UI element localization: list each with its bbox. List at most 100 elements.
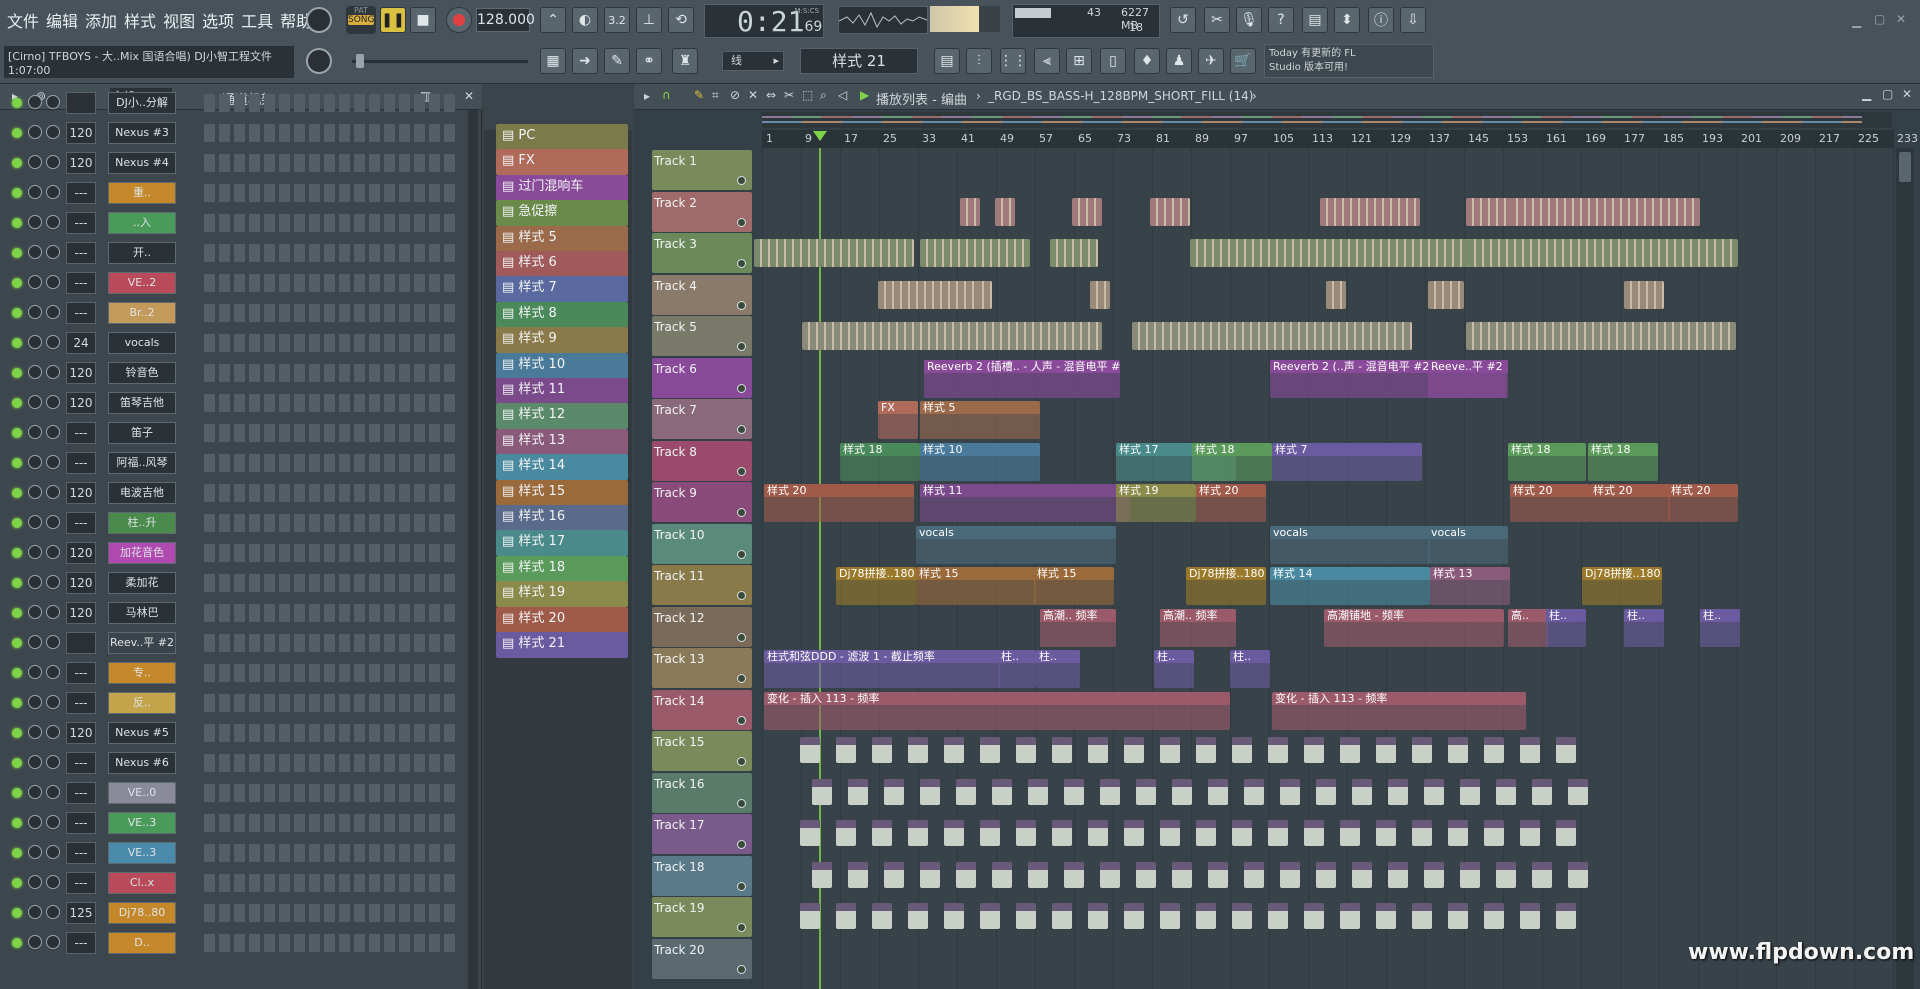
playlist-clip[interactable] <box>1268 820 1288 846</box>
playlist-clip[interactable]: 柱.. <box>1546 608 1586 647</box>
paint-tool-icon[interactable]: ⌗ <box>712 88 719 103</box>
channel-mute-led[interactable] <box>12 98 22 108</box>
playlist-clip[interactable] <box>1448 737 1468 763</box>
playlist-clip[interactable]: 样式 11 <box>920 484 1130 522</box>
playlist-clip[interactable]: 柱.. <box>1036 650 1080 688</box>
step-sequencer[interactable] <box>204 484 456 502</box>
playlist-clip[interactable] <box>1412 820 1432 846</box>
browser-icon[interactable]: ⊞ <box>1066 48 1092 74</box>
channel-row[interactable]: --- 重.. <box>0 178 482 208</box>
channel-volume-knob[interactable] <box>28 635 42 649</box>
playlist-clip[interactable] <box>1340 820 1360 846</box>
channel-mute-led[interactable] <box>12 668 22 678</box>
playlist-clip[interactable] <box>1496 778 1516 805</box>
playlist-clip[interactable] <box>1466 322 1736 350</box>
track-enable-led[interactable] <box>737 383 746 393</box>
step-sequencer[interactable] <box>204 724 456 742</box>
step-sequencer[interactable] <box>204 844 456 862</box>
playlist-clip[interactable] <box>960 197 980 226</box>
playlist-clip[interactable] <box>1268 737 1288 763</box>
link-icon[interactable]: ⚭ <box>636 48 662 74</box>
playlist-clip[interactable]: 样式 10 <box>920 442 1040 481</box>
channel-volume-knob[interactable] <box>28 485 42 499</box>
mixer-track-number[interactable]: --- <box>66 212 96 234</box>
step-sequencer[interactable] <box>204 754 456 772</box>
track-header[interactable]: Track 20 <box>652 938 752 979</box>
playlist-clip[interactable] <box>1136 861 1156 888</box>
playlist-clip[interactable] <box>884 778 904 805</box>
playlist-clip[interactable] <box>1568 778 1588 805</box>
playlist-clip[interactable] <box>1052 820 1072 846</box>
playlist-clip[interactable] <box>1316 861 1336 888</box>
playlist-clip[interactable] <box>1556 820 1576 846</box>
track-enable-led[interactable] <box>737 466 746 476</box>
playlist-clip[interactable] <box>800 903 820 929</box>
channel-mute-led[interactable] <box>12 848 22 858</box>
mixer-track-number[interactable]: 120 <box>66 722 96 744</box>
channel-pan-knob[interactable] <box>46 215 60 229</box>
mixer-track-number[interactable]: --- <box>66 662 96 684</box>
playlist-clip[interactable] <box>956 778 976 805</box>
playlist-clip[interactable] <box>992 778 1012 805</box>
playlist-clip[interactable] <box>1052 737 1072 763</box>
playlist-clip[interactable] <box>1340 903 1360 929</box>
playhead-marker-icon[interactable] <box>813 131 827 141</box>
channel-name-button[interactable]: 加花音色 <box>108 542 176 564</box>
channel-pan-knob[interactable] <box>46 455 60 469</box>
pattern-item[interactable]: ▤ 样式 19 <box>496 581 628 608</box>
channel-row[interactable]: 120 铃音色 <box>0 358 482 388</box>
playlist-clip[interactable] <box>1016 737 1036 763</box>
playlist-clip[interactable] <box>800 737 820 763</box>
cut-icon[interactable]: ✂ <box>1204 7 1230 33</box>
menu-pattern[interactable]: 样式 <box>123 8 157 32</box>
channel-name-button[interactable]: VE..3 <box>108 812 176 834</box>
playlist-clip[interactable] <box>908 903 928 929</box>
mixer-track-number[interactable] <box>66 632 96 654</box>
piano-roll-icon[interactable]: ▤ <box>934 48 960 74</box>
playlist-clip[interactable]: 柱式和弦DDD - 滤波 1 - 截止频率 <box>764 650 1000 688</box>
channel-volume-knob[interactable] <box>28 455 42 469</box>
channel-name-button[interactable]: Dj78..80 <box>108 902 176 924</box>
track-header[interactable]: Track 4 <box>652 274 752 315</box>
channel-pan-knob[interactable] <box>46 935 60 949</box>
master-pitch-knob[interactable] <box>306 48 332 74</box>
channel-name-button[interactable]: 柔加花 <box>108 572 176 594</box>
channel-volume-knob[interactable] <box>28 515 42 529</box>
step-sequencer[interactable] <box>204 214 456 232</box>
playlist-clip[interactable] <box>1520 737 1540 763</box>
channel-name-button[interactable]: Nexus #6 <box>108 752 176 774</box>
mixer-track-number[interactable]: --- <box>66 512 96 534</box>
window-minimize[interactable]: ▁ <box>1852 14 1861 28</box>
track-enable-led[interactable] <box>737 342 746 351</box>
pattern-item[interactable]: ▤ 样式 8 <box>496 301 628 328</box>
mixer-track-number[interactable]: --- <box>66 242 96 264</box>
snap-select[interactable]: 线 ▸ <box>722 51 784 71</box>
playlist-clip[interactable] <box>1448 903 1468 929</box>
track-header[interactable]: Track 11 <box>652 565 752 605</box>
track-header[interactable]: Track 9 <box>652 482 752 522</box>
mixer-track-number[interactable]: 125 <box>66 902 96 924</box>
playlist-clip[interactable] <box>1424 861 1444 888</box>
channel-name-button[interactable]: 马林巴 <box>108 602 176 624</box>
playlist-clip[interactable]: Dj78拼接..180 <box>1186 567 1266 605</box>
playlist-clip[interactable] <box>872 820 892 846</box>
step-sequencer[interactable] <box>204 244 456 262</box>
track-header[interactable]: Track 3 <box>652 233 752 273</box>
playlist-clip[interactable] <box>956 861 976 888</box>
channel-pan-knob[interactable] <box>46 635 60 649</box>
playlist-clip[interactable]: Dj78拼接..180 <box>1582 567 1662 605</box>
close-icon[interactable]: ✕ <box>1902 87 1912 101</box>
pattern-item[interactable]: ▤ 样式 21 <box>496 632 628 658</box>
channel-volume-knob[interactable] <box>28 785 42 799</box>
file-icon[interactable]: ▯ <box>1100 48 1126 74</box>
playlist-clip[interactable] <box>976 280 992 309</box>
track-header[interactable]: Track 13 <box>652 648 752 688</box>
playlist-clip[interactable] <box>1208 778 1228 805</box>
channel-mute-led[interactable] <box>12 608 22 618</box>
playlist-clip[interactable] <box>980 903 1000 929</box>
channel-name-button[interactable]: Nexus #4 <box>108 152 176 174</box>
playlist-clip[interactable] <box>1280 778 1300 805</box>
channel-volume-knob[interactable] <box>28 605 42 619</box>
playlist-clip[interactable] <box>1352 861 1372 888</box>
playlist-clip[interactable] <box>1424 778 1444 805</box>
